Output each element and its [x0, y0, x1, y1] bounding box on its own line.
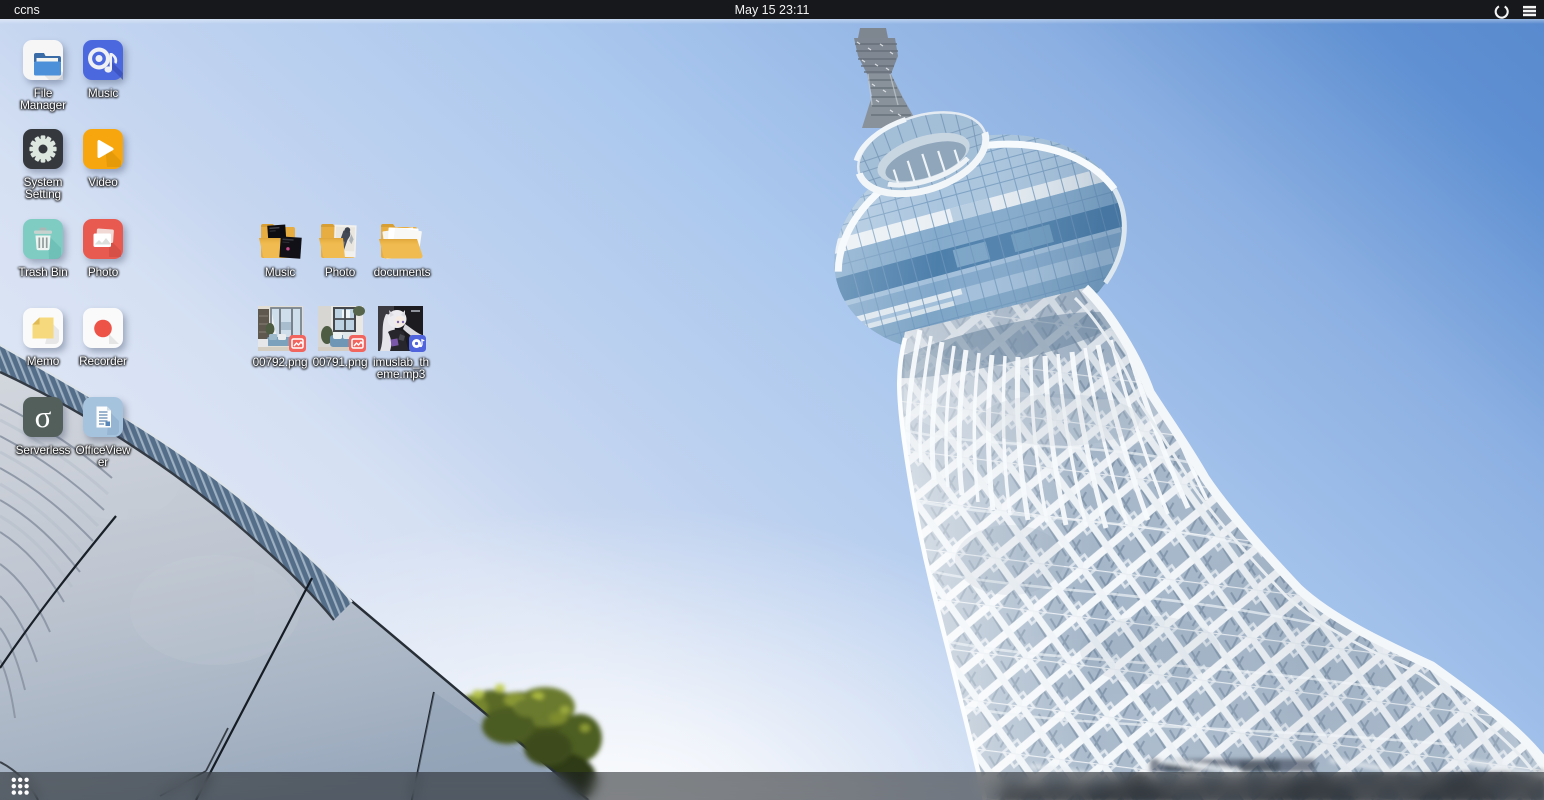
svg-text:σ: σ	[35, 399, 52, 434]
